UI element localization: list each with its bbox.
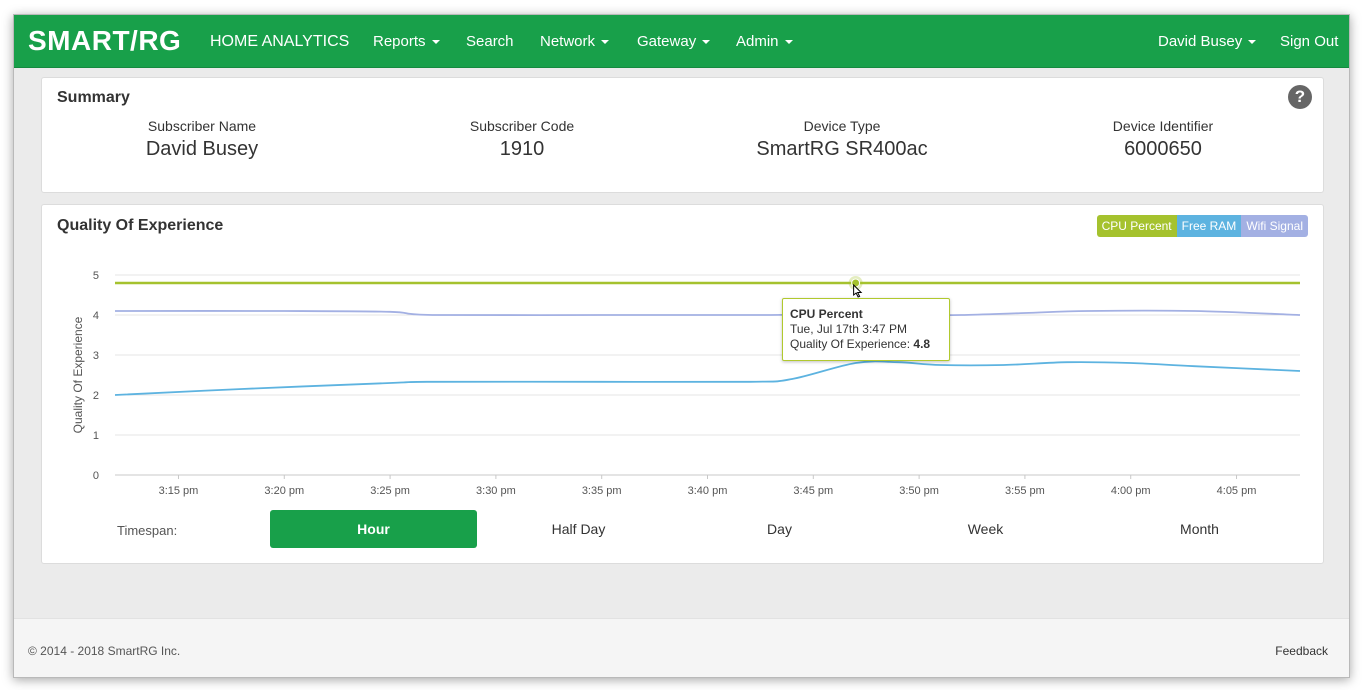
browser-window: SMART/RG HOME ANALYTICS Reports Search N…: [13, 14, 1350, 678]
y-axis-label: Quality Of Experience: [71, 316, 85, 433]
series-line-free-ram: [114, 360, 1301, 396]
caret-down-icon: [601, 40, 610, 45]
summary-title: Summary: [57, 89, 130, 106]
tooltip-series: CPU Percent: [790, 307, 863, 321]
summary-subscriber-code: Subscriber Code 1910: [392, 118, 652, 161]
feedback-link[interactable]: Feedback: [1275, 644, 1328, 658]
nav-home-analytics[interactable]: HOME ANALYTICS: [210, 33, 349, 51]
caret-down-icon: [702, 40, 711, 45]
nav-gateway-dropdown[interactable]: Gateway: [637, 33, 711, 50]
tooltip-time: Tue, Jul 17th 3:47 PM: [790, 322, 907, 336]
timespan-week-button[interactable]: Week: [882, 510, 1089, 548]
tooltip-value-line: Quality Of Experience: 4.8: [790, 337, 942, 352]
y-tick-label: 0: [93, 470, 99, 482]
summary-panel: Summary ? Subscriber Name David Busey Su…: [41, 77, 1324, 193]
top-navbar: SMART/RG HOME ANALYTICS Reports Search N…: [14, 15, 1349, 68]
summary-value: SmartRG SR400ac: [756, 138, 928, 160]
timespan-month-button[interactable]: Month: [1096, 510, 1303, 548]
tooltip-label: Quality Of Experience:: [790, 337, 911, 351]
summary-subscriber-name: Subscriber Name David Busey: [72, 118, 332, 161]
nav-admin-dropdown[interactable]: Admin: [736, 33, 793, 50]
help-icon[interactable]: ?: [1288, 85, 1312, 109]
summary-label: Subscriber Code: [469, 118, 575, 134]
tooltip-value: 4.8: [913, 337, 931, 351]
copyright-text: © 2014 - 2018 SmartRG Inc.: [28, 644, 181, 658]
x-tick-label: 3:15 pm: [159, 485, 199, 497]
timespan-label: Timespan:: [117, 523, 178, 538]
x-tick-label: 3:50 pm: [899, 485, 939, 497]
timespan-half-day-button[interactable]: Half Day: [475, 510, 682, 548]
nav-search[interactable]: Search: [466, 33, 514, 50]
highlight-point: [851, 278, 861, 288]
nav-network-dropdown[interactable]: Network: [540, 33, 610, 50]
summary-label: Subscriber Name: [147, 118, 257, 134]
caret-down-icon: [784, 40, 793, 45]
summary-device-identifier: Device Identifier 6000650: [1033, 118, 1293, 161]
x-tick-label: 3:40 pm: [688, 485, 728, 497]
y-tick-label: 5: [93, 270, 99, 282]
x-tick-label: 3:45 pm: [793, 485, 833, 497]
nav-reports-label: Reports: [373, 33, 426, 50]
caret-down-icon: [1248, 40, 1257, 45]
x-tick-label: 3:20 pm: [264, 485, 304, 497]
nav-network-label: Network: [540, 33, 596, 50]
x-tick-label: 4:05 pm: [1217, 485, 1257, 497]
page-footer: © 2014 - 2018 SmartRG Inc. Feedback: [14, 618, 1349, 677]
nav-user-dropdown[interactable]: David Busey: [1158, 33, 1257, 50]
summary-device-type: Device Type SmartRG SR400ac: [712, 118, 972, 161]
chart-tooltip: CPU Percent Tue, Jul 17th 3:47 PM Qualit…: [782, 298, 950, 361]
summary-label: Device Identifier: [1112, 118, 1214, 134]
summary-label: Device Type: [803, 118, 881, 134]
caret-down-icon: [431, 40, 440, 45]
nav-user-label: David Busey: [1158, 33, 1243, 50]
summary-value: 1910: [499, 138, 545, 160]
x-tick-label: 4:00 pm: [1111, 485, 1151, 497]
y-tick-label: 4: [93, 310, 99, 322]
summary-value: David Busey: [145, 138, 259, 160]
nav-admin-label: Admin: [736, 33, 779, 50]
y-tick-label: 2: [93, 390, 99, 402]
nav-reports-dropdown[interactable]: Reports: [373, 33, 440, 50]
sign-out-link[interactable]: Sign Out: [1280, 33, 1338, 50]
x-tick-label: 3:30 pm: [476, 485, 516, 497]
qoe-line-chart[interactable]: 0 1 2 3 4 5 3:15 pm 3:20 pm 3:25 pm 3:30 pm 3:35 p…: [42, 205, 1325, 505]
x-tick-label: 3:25 pm: [370, 485, 410, 497]
timespan-hour-button[interactable]: Hour: [270, 510, 477, 548]
summary-value: 6000650: [1124, 138, 1202, 160]
x-tick-label: 3:35 pm: [582, 485, 622, 497]
nav-gateway-label: Gateway: [637, 33, 697, 50]
timespan-day-button[interactable]: Day: [676, 510, 883, 548]
brand-logo[interactable]: SMART/RG: [28, 25, 181, 57]
qoe-panel: Quality Of Experience CPU Percent Free R…: [41, 204, 1324, 564]
y-tick-label: 1: [93, 430, 99, 442]
y-tick-label: 3: [93, 350, 99, 362]
x-tick-label: 3:55 pm: [1005, 485, 1045, 497]
